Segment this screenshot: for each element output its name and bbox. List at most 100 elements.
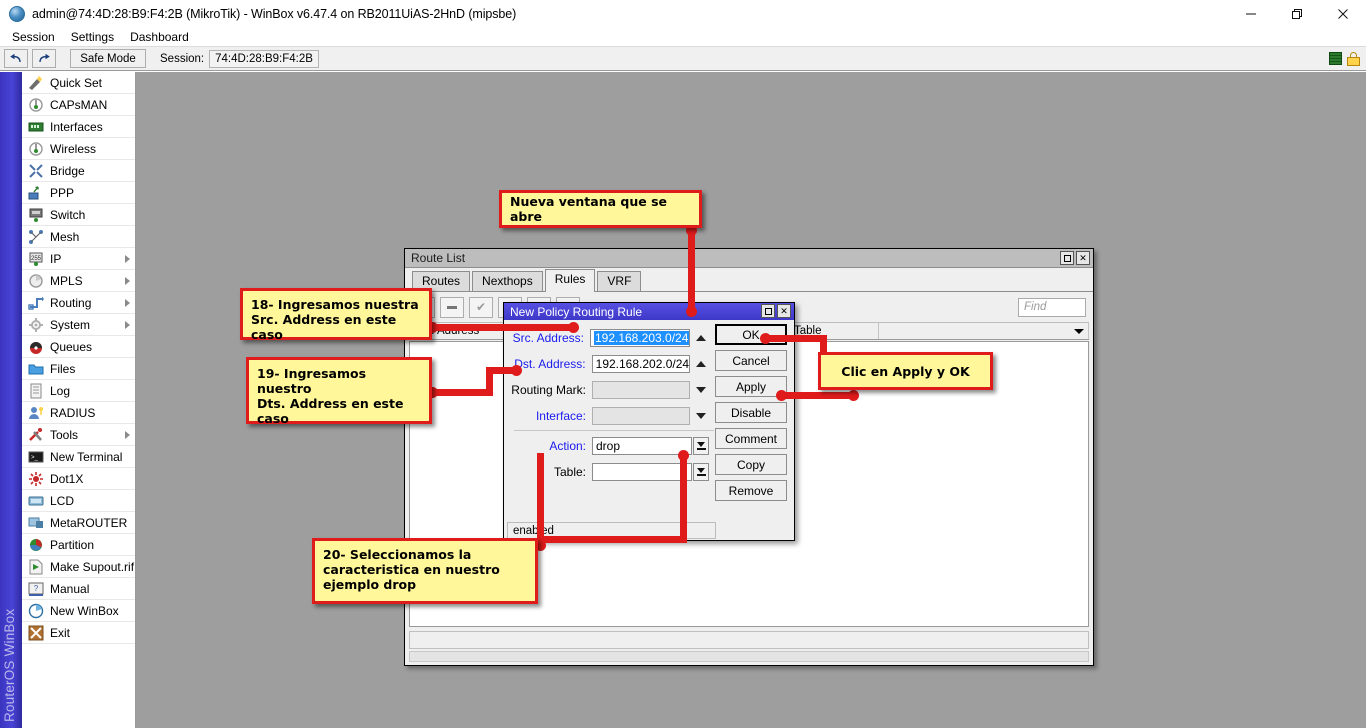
annotation-new-window: Nueva ventana que se abre (499, 190, 702, 228)
chevron-right-icon (125, 431, 130, 439)
sidebar-item-log[interactable]: Log (22, 380, 135, 402)
sidebar-item-label: Make Supout.rif (50, 560, 134, 574)
field-row-dst-address: Dst. Address:192.168.202.0/24 (504, 354, 709, 374)
sidebar-item-metarouter[interactable]: MetaROUTER (22, 512, 135, 534)
sidebar-item-new-terminal[interactable]: >_New Terminal (22, 446, 135, 468)
undo-button[interactable] (4, 49, 28, 68)
sidebar-item-label: Wireless (50, 142, 96, 156)
sidebar-item-tools[interactable]: Tools (22, 424, 135, 446)
dialog-maximize-button[interactable] (761, 304, 775, 318)
route-list-statusbar (409, 631, 1089, 649)
sidebar-item-capsman[interactable]: CAPsMAN (22, 94, 135, 116)
tools-icon (28, 427, 44, 442)
sidebar-item-switch[interactable]: Switch (22, 204, 135, 226)
sidebar-item-manual[interactable]: ?Manual (22, 578, 135, 600)
spinner-dst-address[interactable] (693, 355, 709, 373)
sidebar-item-quick-set[interactable]: Quick Set (22, 72, 135, 94)
sidebar-item-routing[interactable]: Routing (22, 292, 135, 314)
minimize-button[interactable] (1228, 0, 1274, 27)
sidebar-item-files[interactable]: Files (22, 358, 135, 380)
sidebar-item-queues[interactable]: Queues (22, 336, 135, 358)
session-value[interactable]: 74:4D:28:B9:F4:2B (209, 50, 319, 68)
enable-rule-button[interactable]: ✔ (469, 297, 493, 318)
safe-mode-button[interactable]: Safe Mode (70, 49, 146, 68)
sidebar-item-new-winbox[interactable]: New WinBox (22, 600, 135, 622)
sidebar-item-bridge[interactable]: Bridge (22, 160, 135, 182)
sidebar-item-exit[interactable]: Exit (22, 622, 135, 644)
sidebar-item-ip[interactable]: 255IP (22, 248, 135, 270)
sidebar-item-mpls[interactable]: MPLS (22, 270, 135, 292)
sidebar-item-dot1x[interactable]: Dot1X (22, 468, 135, 490)
sidebar-item-label: Interfaces (50, 120, 103, 134)
comment-button[interactable]: Comment (715, 428, 787, 449)
sidebar-item-label: Bridge (50, 164, 85, 178)
window-title: admin@74:4D:28:B9:F4:2B (MikroTik) - Win… (32, 7, 516, 21)
copy-button[interactable]: Copy (715, 454, 787, 475)
supout-icon (28, 559, 44, 574)
tab-rules[interactable]: Rules (545, 269, 596, 292)
dialog-close-button[interactable]: ✕ (777, 304, 791, 318)
connector-ok-a (762, 335, 827, 342)
input-table[interactable] (592, 463, 692, 481)
window-controls (1228, 0, 1366, 27)
spinner-src-address[interactable] (693, 329, 709, 347)
mpls-icon (28, 273, 44, 288)
input-routing-mark[interactable] (592, 381, 690, 399)
dropdown-button-action[interactable] (693, 437, 709, 455)
maximize-button[interactable] (1274, 0, 1320, 27)
input-action[interactable]: drop (592, 437, 692, 455)
tab-vrf[interactable]: VRF (597, 271, 641, 291)
route-list-maximize-button[interactable] (1060, 251, 1074, 265)
connector-dot-ok-start (760, 333, 771, 344)
dialog-body: Src. Address:192.168.203.0/24Dst. Addres… (504, 320, 794, 542)
ppp-icon (28, 185, 44, 200)
menu-session[interactable]: Session (5, 29, 62, 45)
toolbar-status-icons (1329, 52, 1360, 66)
connector-dot-18-end (568, 322, 579, 333)
input-interface[interactable] (592, 407, 690, 425)
sidebar-item-ppp[interactable]: PPP (22, 182, 135, 204)
sidebar-item-label: Tools (50, 428, 78, 442)
close-button[interactable] (1320, 0, 1366, 27)
find-input[interactable]: Find (1018, 298, 1086, 317)
tab-nexthops[interactable]: Nexthops (472, 271, 543, 291)
antenna-icon (28, 97, 44, 112)
sidebar-item-mesh[interactable]: Mesh (22, 226, 135, 248)
route-list-titlebar[interactable]: Route List ✕ (405, 249, 1093, 268)
sidebar-item-interfaces[interactable]: Interfaces (22, 116, 135, 138)
input-src-address[interactable]: 192.168.203.0/24 (590, 329, 690, 347)
dialog-button-column: OKCancelApplyDisableCommentCopyRemove (715, 324, 787, 506)
spinner-interface[interactable] (693, 407, 709, 425)
cancel-button[interactable]: Cancel (715, 350, 787, 371)
sidebar-item-label: LCD (50, 494, 74, 508)
sidebar-item-system[interactable]: System (22, 314, 135, 336)
sidebar-item-label: Dot1X (50, 472, 83, 486)
route-list-scrollbar[interactable] (409, 651, 1089, 662)
input-value-src-address: 192.168.203.0/24 (594, 331, 689, 345)
routing-icon (28, 295, 44, 310)
input-dst-address[interactable]: 192.168.202.0/24 (592, 355, 690, 373)
menu-dashboard[interactable]: Dashboard (123, 29, 196, 45)
menu-settings[interactable]: Settings (64, 29, 121, 45)
sidebar-item-radius[interactable]: RADIUS (22, 402, 135, 424)
column-header-spacer (879, 323, 1089, 339)
new-policy-routing-rule-dialog: New Policy Routing Rule ✕ Src. Address:1… (503, 302, 795, 541)
sidebar-item-partition[interactable]: Partition (22, 534, 135, 556)
route-list-close-button[interactable]: ✕ (1076, 251, 1090, 265)
spinner-routing-mark[interactable] (693, 381, 709, 399)
terminal-icon: >_ (28, 449, 44, 464)
dropdown-button-table[interactable] (693, 463, 709, 481)
sidebar-item-wireless[interactable]: Wireless (22, 138, 135, 160)
redo-button[interactable] (32, 49, 56, 68)
dot1x-icon (28, 471, 44, 486)
sidebar-item-lcd[interactable]: LCD (22, 490, 135, 512)
remove-rule-button[interactable] (440, 297, 464, 318)
sidebar-item-label: Routing (50, 296, 91, 310)
sidebar-item-make-supout-rif[interactable]: Make Supout.rif (22, 556, 135, 578)
dialog-titlebar[interactable]: New Policy Routing Rule ✕ (504, 303, 794, 320)
remove-button[interactable]: Remove (715, 480, 787, 501)
field-row-interface: Interface: (504, 406, 709, 426)
column-chooser-button[interactable] (1069, 323, 1089, 340)
sidebar-menu: Quick SetCAPsMAN Interfaces Wireless Bridge… (22, 72, 135, 728)
disable-button[interactable]: Disable (715, 402, 787, 423)
